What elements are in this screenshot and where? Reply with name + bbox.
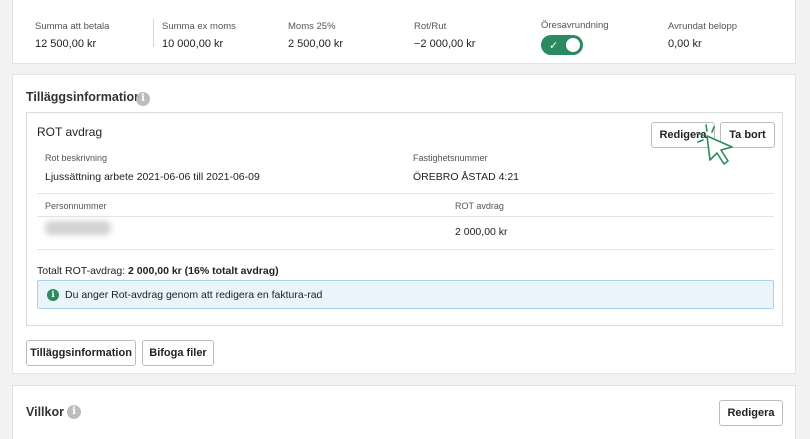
ex-vat-value: 10 000,00 kr (162, 38, 224, 50)
info-icon: i (47, 288, 59, 301)
property-number-value: ÖREBRO ÅSTAD 4:21 (413, 171, 520, 183)
summary-ex-vat: Summa ex moms 10 000,00 kr (162, 21, 236, 50)
personnummer-label: Personnummer (45, 201, 107, 211)
additional-info-title: Tilläggsinformation (26, 90, 142, 104)
summary-rounding: Öresavrundning ✓ (541, 20, 609, 55)
rounding-label: Öresavrundning (541, 20, 609, 31)
check-icon: ✓ (549, 38, 559, 52)
rot-amount-value: 2 000,00 kr (455, 226, 508, 238)
click-cursor-icon (696, 124, 733, 165)
rotrut-label: Rot/Rut (414, 21, 447, 32)
terms-card: Villkor i Redigera (12, 385, 796, 439)
ex-vat-label: Summa ex moms (162, 21, 236, 32)
summary-vat: Moms 25% 2 500,00 kr (288, 21, 343, 50)
rot-deduction-panel: ROT avdrag Redigera Ta bort Rot beskrivn… (26, 112, 783, 326)
vat-value: 2 500,00 kr (288, 38, 344, 50)
toggle-knob (566, 38, 580, 52)
invoice-summary: Summa att betala 12 500,00 kr Summa ex m… (12, 0, 796, 64)
rounded-label: Avrundat belopp (668, 21, 738, 32)
summary-to-pay: Summa att betala 12 500,00 kr (35, 21, 109, 50)
rot-description-value: Ljussättning arbete 2021-06-06 till 2021… (45, 171, 260, 183)
property-number-label: Fastighetsnummer (413, 153, 488, 163)
rot-amount-label: ROT avdrag (455, 201, 504, 211)
rotrut-value: −2 000,00 kr (414, 38, 476, 50)
rot-total: Totalt ROT-avdrag: 2 000,00 kr (16% tota… (37, 265, 279, 277)
rot-notice-text: Du anger Rot-avdrag genom att redigera e… (65, 288, 323, 301)
rounding-toggle[interactable]: ✓ (541, 35, 583, 55)
attach-files-button[interactable]: Bifoga filer (142, 340, 214, 366)
row-divider (37, 193, 774, 194)
summary-divider (153, 19, 154, 47)
info-icon[interactable]: i (67, 405, 81, 419)
to-pay-value: 12 500,00 kr (35, 38, 97, 50)
rot-title: ROT avdrag (37, 125, 103, 139)
personnummer-redacted (45, 221, 111, 235)
vat-label: Moms 25% (288, 21, 336, 32)
terms-title: Villkor (26, 405, 64, 419)
to-pay-label: Summa att betala (35, 21, 110, 32)
rot-notice: i Du anger Rot-avdrag genom att redigera… (37, 280, 774, 309)
rot-total-prefix: Totalt ROT-avdrag: (37, 265, 129, 277)
row-divider (37, 249, 774, 250)
terms-edit-button[interactable]: Redigera (719, 400, 783, 426)
add-additional-info-button[interactable]: Tilläggsinformation (26, 340, 136, 366)
additional-info-card: Tilläggsinformation i ROT avdrag Rediger… (12, 74, 796, 374)
summary-rotrut: Rot/Rut −2 000,00 kr (414, 21, 475, 50)
header-divider (37, 216, 774, 217)
info-icon[interactable]: i (136, 92, 150, 106)
summary-rounded: Avrundat belopp 0,00 kr (668, 21, 737, 50)
rounded-value: 0,00 kr (668, 38, 702, 50)
rot-description-label: Rot beskrivning (45, 153, 108, 163)
rot-total-value: 2 000,00 kr (16% totalt avdrag) (128, 265, 279, 277)
